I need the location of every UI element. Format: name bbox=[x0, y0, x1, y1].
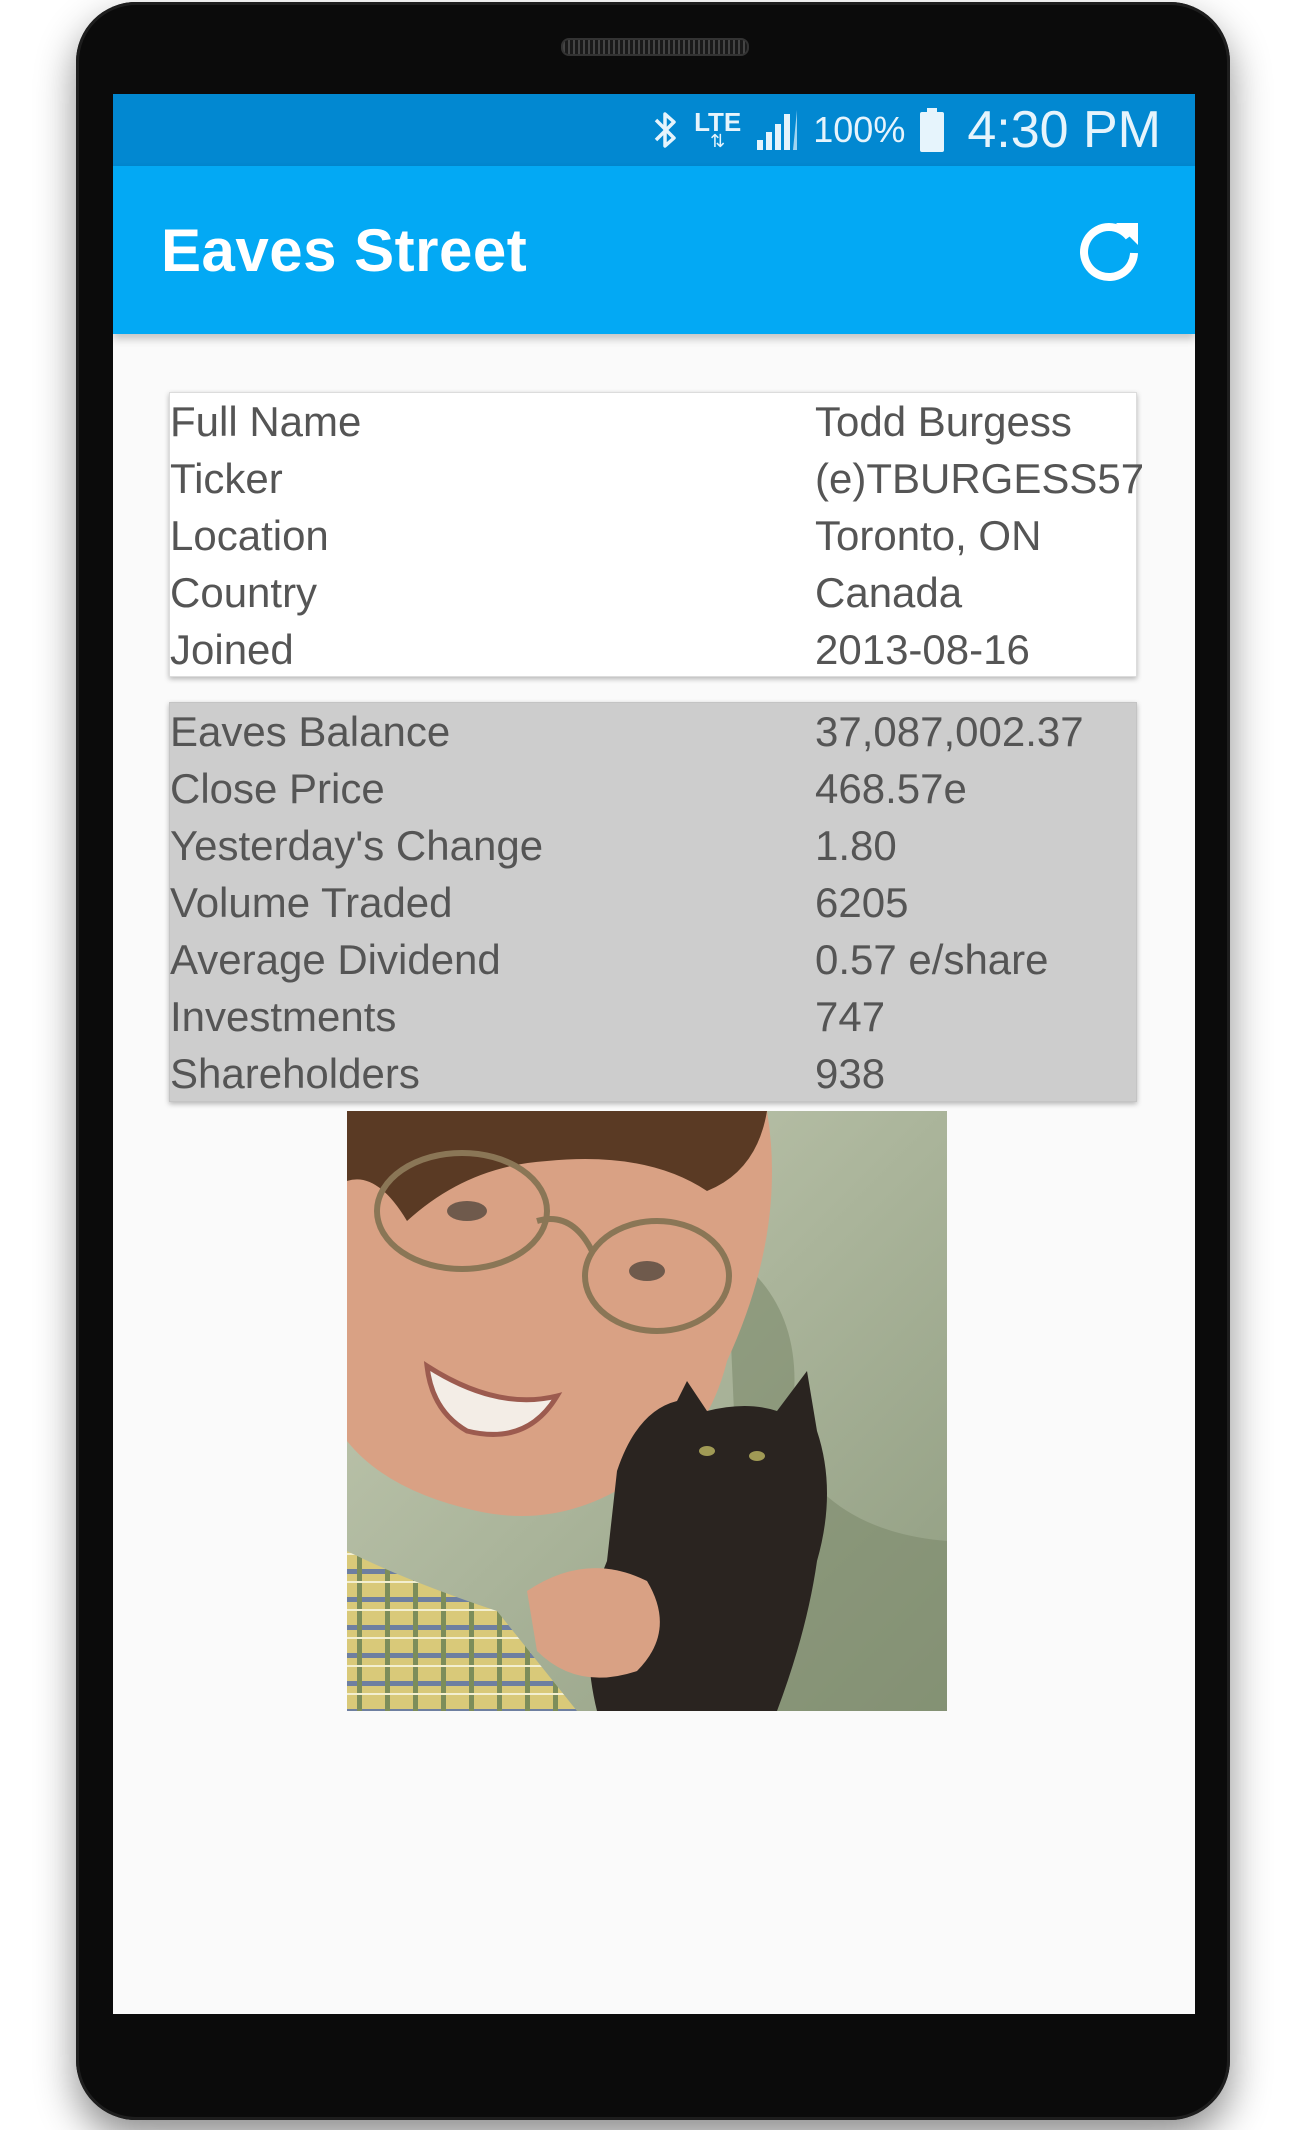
row-value: 2013-08-16 bbox=[815, 626, 1030, 673]
status-bar: LTE ⇅ 100% 4:30 PM bbox=[113, 94, 1195, 166]
stats-row: Volume Traded 6205 bbox=[170, 874, 1136, 931]
screen: LTE ⇅ 100% 4:30 PM Eaves Street Full Nam… bbox=[113, 94, 1195, 2014]
row-label: Full Name bbox=[170, 398, 362, 445]
refresh-icon bbox=[1080, 223, 1138, 281]
row-value: 938 bbox=[815, 1050, 886, 1097]
row-label: Yesterday's Change bbox=[170, 822, 544, 869]
profile-row: Location Toronto, ON bbox=[170, 507, 1136, 564]
profile-photo bbox=[347, 1111, 947, 1711]
lte-data-icon: LTE ⇅ bbox=[694, 107, 742, 151]
profile-row: Joined 2013-08-16 bbox=[170, 621, 1136, 678]
row-value: (e)TBURGESS57 bbox=[815, 455, 1145, 502]
bluetooth-icon bbox=[650, 108, 680, 152]
phone-speaker bbox=[561, 38, 749, 56]
row-value: 0.57 e/share bbox=[815, 936, 1049, 983]
profile-row: Ticker (e)TBURGESS57 bbox=[170, 450, 1144, 507]
refresh-button[interactable] bbox=[1071, 212, 1147, 288]
row-label: Eaves Balance bbox=[170, 708, 451, 755]
profile-card: Full Name Todd Burgess Ticker (e)TBURGES… bbox=[169, 392, 1144, 678]
row-label: Shareholders bbox=[170, 1050, 420, 1097]
stats-row: Close Price 468.57e bbox=[170, 760, 1136, 817]
stats-row: Yesterday's Change 1.80 bbox=[170, 817, 1136, 874]
clock: 4:30 PM bbox=[967, 101, 1161, 159]
app-title: Eaves Street bbox=[161, 217, 528, 284]
row-value: Todd Burgess bbox=[815, 398, 1072, 445]
row-value: 1.80 bbox=[815, 822, 897, 869]
stats-row: Investments 747 bbox=[170, 988, 1136, 1045]
row-value: 468.57e bbox=[815, 765, 967, 812]
row-value: 747 bbox=[815, 993, 886, 1040]
row-label: Location bbox=[170, 512, 329, 559]
stats-row: Eaves Balance 37,087,002.37 bbox=[170, 703, 1136, 760]
row-label: Ticker bbox=[170, 455, 283, 502]
app-bar: Eaves Street bbox=[113, 166, 1195, 334]
phone-frame: LTE ⇅ 100% 4:30 PM Eaves Street Full Nam… bbox=[76, 2, 1230, 2120]
battery-icon bbox=[919, 107, 945, 153]
stats-card: Eaves Balance 37,087,002.37 Close Price … bbox=[169, 702, 1137, 1102]
row-value: 37,087,002.37 bbox=[815, 708, 1084, 755]
row-value: Toronto, ON bbox=[815, 512, 1042, 559]
stats-row: Shareholders 938 bbox=[170, 1045, 1136, 1102]
profile-row: Country Canada bbox=[170, 564, 1136, 621]
row-label: Country bbox=[170, 569, 318, 616]
row-label: Joined bbox=[170, 626, 294, 673]
signal-icon bbox=[755, 108, 799, 152]
row-label: Volume Traded bbox=[170, 879, 453, 926]
row-label: Investments bbox=[170, 993, 397, 1040]
row-label: Close Price bbox=[170, 765, 385, 812]
row-value: Canada bbox=[815, 569, 963, 616]
row-label: Average Dividend bbox=[170, 936, 501, 983]
profile-row: Full Name Todd Burgess bbox=[170, 393, 1136, 450]
row-value: 6205 bbox=[815, 879, 909, 926]
stats-row: Average Dividend 0.57 e/share bbox=[170, 931, 1136, 988]
battery-percent: 100% bbox=[813, 109, 906, 150]
